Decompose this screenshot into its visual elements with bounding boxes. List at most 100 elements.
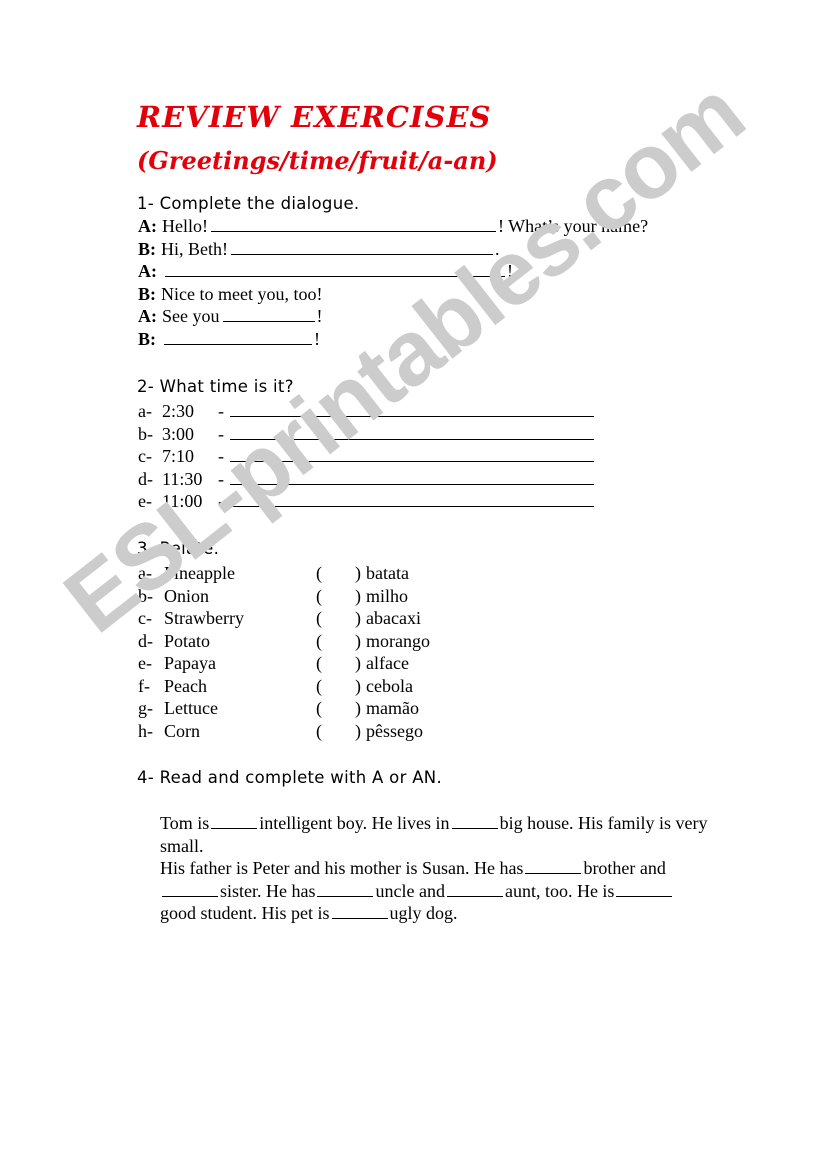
dialogue-row: A: Hello! ! What’s your name? — [138, 215, 738, 238]
answer-blank[interactable] — [230, 491, 594, 507]
dialogue-row: B: Hi, Beth!. — [138, 238, 738, 261]
ex4-p2-text-1: His father is Peter and his mother is Su… — [160, 858, 524, 878]
item-letter: f- — [138, 675, 150, 696]
page-subtitle: (Greetings/time/fruit/a-an) — [137, 146, 498, 175]
dialogue-speaker: A: — [138, 261, 157, 281]
answer-paren-open[interactable]: ( — [316, 562, 355, 585]
time-value: 11:00 — [162, 491, 203, 511]
english-word: Onion — [164, 585, 209, 606]
answer-paren-close: ) — [355, 630, 361, 651]
time-dash: - — [218, 423, 224, 444]
matching-row: f- Peach () cebola — [138, 675, 430, 698]
time-dash: - — [218, 468, 224, 489]
answer-blank[interactable] — [165, 262, 505, 277]
time-row: e- 11:00- — [138, 490, 594, 513]
item-letter: d- — [138, 468, 153, 489]
answer-blank[interactable] — [230, 446, 594, 462]
time-dash: - — [218, 401, 224, 421]
answer-blank[interactable] — [451, 814, 498, 829]
dialogue-speaker: A: — [138, 216, 157, 236]
time-value: 3:00 — [162, 423, 195, 444]
exercise-4-paragraph-2: His father is Peter and his mother is Su… — [160, 857, 708, 925]
exercise-4-heading: 4- Read and complete with A or AN. — [137, 768, 442, 787]
matching-row: c- Strawberry () abacaxi — [138, 607, 430, 630]
portuguese-word: abacaxi — [366, 608, 421, 628]
answer-blank[interactable] — [230, 469, 594, 485]
portuguese-word: milho — [366, 585, 409, 606]
answer-blank[interactable] — [230, 424, 594, 440]
ex4-p1-text-1: Tom is — [160, 813, 210, 833]
answer-blank[interactable] — [211, 814, 258, 829]
time-row: c- 7:10 - — [138, 445, 594, 468]
ex4-p2-text-6: good student. His pet is — [160, 903, 330, 923]
time-value: 2:30 — [162, 401, 195, 421]
english-word: Strawberry — [164, 608, 244, 628]
answer-blank[interactable] — [616, 882, 673, 897]
english-word: Potato — [164, 630, 211, 651]
item-letter: d- — [138, 630, 153, 651]
answer-paren-open[interactable]: ( — [316, 585, 355, 608]
answer-blank[interactable] — [331, 904, 388, 919]
portuguese-word: cebola — [366, 675, 413, 696]
dialogue-text: ! — [314, 328, 320, 349]
answer-blank[interactable] — [231, 240, 493, 255]
worksheet-page: REVIEW EXERCISES (Greetings/time/fruit/a… — [0, 0, 821, 1169]
english-word: Pineapple — [164, 563, 235, 583]
time-row: d- 11:30- — [138, 468, 594, 491]
matching-row: e- Papaya () alface — [138, 652, 430, 675]
dialogue-text: Hello! — [162, 216, 208, 236]
ex4-p2-text-5: aunt, too. He is — [504, 880, 615, 901]
answer-blank[interactable] — [317, 882, 374, 897]
time-value: 11:30 — [162, 468, 203, 489]
answer-blank[interactable] — [222, 307, 315, 322]
matching-row: h- Corn () pêssego — [138, 720, 430, 743]
answer-blank[interactable] — [164, 330, 312, 345]
answer-paren-close: ) — [355, 653, 361, 673]
answer-paren-close: ) — [355, 608, 361, 628]
exercise-2-heading: 2- What time is it? — [137, 377, 294, 396]
dialogue-text: Hi, Beth! — [161, 238, 228, 259]
answer-blank[interactable] — [230, 401, 594, 417]
ex4-p1-text-2: intelligent boy. He lives in — [259, 813, 450, 833]
english-word: Papaya — [164, 653, 216, 673]
exercise-1-dialogue: A: Hello!! What’s your name? B: Hi, Beth!. A… — [138, 215, 738, 350]
answer-blank[interactable] — [525, 859, 582, 874]
dialogue-row: A: See you! — [138, 305, 738, 328]
answer-paren-open[interactable]: ( — [316, 630, 355, 653]
matching-row: a- Pineapple () batata — [138, 562, 430, 585]
time-dash: - — [218, 491, 224, 511]
english-word: Peach — [164, 675, 207, 696]
ex4-p2-text-2: brother and — [583, 858, 666, 878]
answer-paren-open[interactable]: ( — [316, 697, 355, 720]
answer-blank[interactable] — [162, 882, 218, 897]
dialogue-text: Nice to meet you, too! — [161, 283, 323, 304]
ex4-p2-text-4: uncle and — [375, 880, 445, 901]
dialogue-speaker: B: — [138, 283, 156, 304]
answer-paren-open[interactable]: ( — [316, 652, 355, 675]
exercise-4-paragraph-1: Tom is intelligent boy. He lives in big ho… — [160, 812, 708, 857]
dialogue-row: A:! — [138, 260, 738, 283]
portuguese-word: batata — [366, 563, 409, 583]
exercise-2-time-list: a- 2:30- b- 3:00- c- 7:10- d- 11:30- e- 11:00- — [138, 400, 594, 513]
dialogue-row: B: Nice to meet you, too! — [138, 283, 738, 306]
answer-paren-open[interactable]: ( — [316, 720, 355, 743]
answer-blank[interactable] — [210, 217, 496, 232]
dialogue-text: See you — [162, 306, 220, 326]
answer-paren-open[interactable]: ( — [316, 675, 355, 698]
worksheet-title-block: REVIEW EXERCISES (Greetings/time/fruit/a… — [137, 100, 498, 176]
answer-paren-close: ) — [355, 720, 361, 741]
answer-paren-close: ) — [355, 698, 361, 718]
item-letter: b- — [138, 423, 153, 444]
page-title: REVIEW EXERCISES — [137, 100, 492, 134]
item-letter: h- — [138, 720, 153, 741]
english-word: Corn — [164, 720, 200, 741]
answer-blank[interactable] — [446, 882, 503, 897]
item-letter: c- — [138, 446, 152, 466]
answer-paren-open[interactable]: ( — [316, 607, 355, 630]
item-letter: a- — [138, 401, 152, 421]
dialogue-speaker: B: — [138, 328, 156, 349]
answer-paren-close: ) — [355, 563, 361, 583]
time-row: b- 3:00 - — [138, 423, 594, 446]
portuguese-word: alface — [366, 653, 409, 673]
item-letter: c- — [138, 608, 152, 628]
